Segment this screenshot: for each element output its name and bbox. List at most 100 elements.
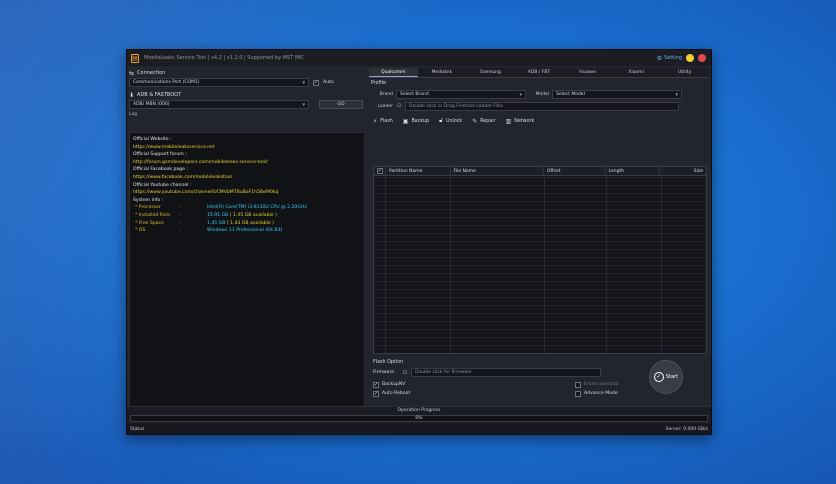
sysinfo-value: 15.91 GB ( 1.45 GB available ) [207,212,277,220]
start-label: Start [665,374,679,380]
sysinfo-value-main: 15.91 GB [207,212,229,218]
col-partition-name[interactable]: Partition Name [386,167,451,175]
advance-mode-label: Advance Mode [584,391,618,396]
sysinfo-value: 1.45 GB ( 1.43 GB available ) [207,220,274,228]
start-button[interactable]: ✓ Start [649,360,683,394]
device-select[interactable]: ADB/ MBN (000) ▾ [129,100,309,109]
connection-row: Communications Port (COM1) ▾ ✓ Auto [129,78,365,87]
app-logo-icon: ▤ [131,53,139,63]
loader-input[interactable]: Double click or Drag Firehose Loader Fil… [405,101,679,111]
chevron-down-icon: ▾ [302,80,305,86]
sysinfo-value-extra: ( 1.43 GB available ) [226,220,274,226]
gear-icon: ⚙ [656,54,663,62]
tab-qualcomm[interactable]: Qualcomm [369,68,418,77]
log-output: Official Website : https://www.mobilelea… [129,132,365,424]
log-line: Official Facebook page : [133,167,188,173]
sysinfo-sep: : [179,212,181,218]
sysinfo-key: * OS [135,228,146,234]
log-link[interactable]: http://forum.gsmdevelopers.com/mobilelea… [133,159,361,167]
firmware-label: Firmware [373,370,395,375]
col-length[interactable]: Length [606,167,661,175]
tab-xiaomi[interactable]: Xiaomi [612,68,661,77]
erase-userdata-checkbox[interactable] [575,381,581,388]
chevron-down-icon: ▾ [302,102,305,108]
sysinfo-row: * Free Space : 1.45 GB ( 1.43 GB availab… [133,220,361,228]
col-file-name[interactable]: File Name [451,167,544,175]
unlock-button[interactable]: 🔓︎ Unlock [439,117,462,125]
flash-button[interactable]: ⚡ Flash [373,118,393,125]
left-panel: ⇆ Connection Communications Port (COM1) … [129,68,365,426]
sysinfo-value: Intel(R) Core(TM) i3-8130U CPU @ 2.20GHz [207,205,307,211]
loader-label: Loader [377,103,393,109]
select-all-checkbox[interactable]: ✓ [374,167,386,175]
backupnv-label: BackupNV [382,382,406,387]
log-line: System info : [133,197,164,203]
network-label: Network [514,118,535,124]
tab-mediatek[interactable]: Mediatek [418,68,467,77]
close-button[interactable] [698,54,706,62]
go-button[interactable]: GO [319,100,363,109]
android-icon: ⬇ [129,91,135,99]
brand-value: Select Brand [400,91,429,97]
flash-label: Flash [380,118,393,124]
adb-section: ⬇ ADB & FASTBOOT [129,91,365,99]
auto-checkbox[interactable]: ✓ [313,79,319,86]
log-link[interactable]: https://www.youtube.com/channel/UCMVbMTB… [133,189,361,197]
erase-userdata-label: Erase userdata [584,382,619,387]
table-header: ✓ Partition Name File Name Offset Length… [374,167,706,176]
col-size[interactable]: Size [660,167,706,175]
connection-label: Connection [137,70,166,76]
backupnv-checkbox[interactable]: ✓ [373,381,379,388]
log-link[interactable]: https://www.facebook.com/mobileleakstool [133,174,361,182]
table-body[interactable] [374,177,706,353]
repair-button[interactable]: ✎ Repair [472,118,495,125]
tab-utility[interactable]: Utility [660,68,709,77]
backup-icon: ▣ [402,117,409,125]
platform-tabs: Qualcomm Mediatek Samsung ADB / FBT Huaw… [369,68,709,78]
progress-percent: 0% [415,416,423,421]
sysinfo-row: * Processor : Intel(R) Core(TM) i3-8130U… [133,204,361,212]
minimize-button[interactable] [686,54,694,62]
folder-icon[interactable]: ⊡ [402,370,408,376]
window-title: MobileLeaks Service Tool | v4.2 | v1.2.0… [144,55,305,61]
wrench-icon: ✎ [472,117,478,125]
right-panel: Qualcomm Mediatek Samsung ADB / FBT Huaw… [369,68,709,426]
tab-samsung[interactable]: Samsung [466,68,515,77]
brand-model-row: Brand Select Brand ▾ Model Select Model … [369,89,709,99]
status-left: Status [130,426,145,432]
plug-icon: ⇆ [129,69,135,77]
tab-adb-fbt[interactable]: ADB / FBT [515,68,564,77]
sysinfo-sep: : [179,205,181,211]
model-value: Select Model [556,91,585,97]
advance-mode-checkbox[interactable] [575,390,581,397]
profile-label: Profile [371,81,386,86]
flash-icon: ⚡ [373,117,378,125]
setting-button[interactable]: ⚙ Setting [657,55,682,62]
sysinfo-sep: : [179,220,181,226]
col-offset[interactable]: Offset [544,167,606,175]
log-line: Official Support forum : [133,152,187,158]
model-select[interactable]: Select Model ▾ [552,89,682,99]
log-link[interactable]: https://www.mobileleaksservice.net [133,144,361,152]
port-select[interactable]: Communications Port (COM1) ▾ [129,78,309,87]
sysinfo-key: * Processor [135,205,161,211]
brand-select[interactable]: Select Brand ▾ [396,89,526,99]
setting-label: Setting [664,55,682,61]
folder-icon[interactable]: ⊡ [396,103,402,109]
brand-label: Brand [379,91,393,97]
repair-label: Repair [480,118,496,124]
unlock-icon: 🔓︎ [439,117,443,124]
chevron-down-icon: ▾ [519,91,522,98]
sysinfo-key: * Free Space [135,220,164,226]
sysinfo-value-main: 1.45 GB [207,220,226,226]
tab-huawei[interactable]: Huawei [563,68,612,77]
title-controls: ⚙ Setting [657,54,706,62]
sysinfo-key: * Installed Ram [135,212,171,218]
backup-button[interactable]: ▣ Backup [403,118,429,125]
firmware-input[interactable]: Double click for firmware [411,368,601,377]
auto-reboot-checkbox[interactable]: ✓ [373,390,379,397]
progress-area: Operation Progress 0% [127,406,711,424]
sysinfo-row: * Installed Ram : 15.91 GB ( 1.45 GB ava… [133,212,361,220]
header-checkbox[interactable]: ✓ [377,168,383,174]
network-button[interactable]: ▥ Network [506,118,535,125]
